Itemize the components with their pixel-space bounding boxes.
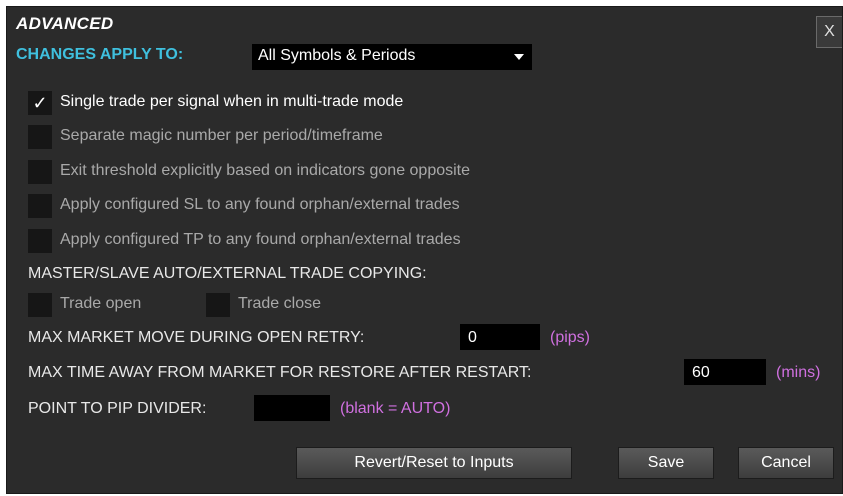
- option-label: Single trade per signal when in multi-tr…: [60, 93, 404, 110]
- checkbox-exit-threshold[interactable]: [28, 160, 52, 184]
- save-button[interactable]: Save: [618, 447, 714, 479]
- chevron-down-icon: [514, 54, 524, 60]
- advanced-dialog: [6, 6, 843, 494]
- dialog-title: ADVANCED: [16, 14, 114, 33]
- max-move-unit: (pips): [550, 329, 591, 346]
- option-label: Trade close: [238, 295, 321, 312]
- option-label: Apply configured TP to any found orphan/…: [60, 231, 461, 248]
- close-button[interactable]: X: [816, 16, 842, 48]
- option-label: Apply configured SL to any found orphan/…: [60, 196, 460, 213]
- copying-heading: MASTER/SLAVE AUTO/EXTERNAL TRADE COPYING…: [28, 265, 427, 282]
- cancel-button[interactable]: Cancel: [738, 447, 834, 479]
- max-time-unit: (mins): [776, 364, 821, 381]
- pip-divider-hint: (blank = AUTO): [340, 400, 451, 417]
- checkbox-trade-open[interactable]: [28, 293, 52, 317]
- option-label: Separate magic number per period/timefra…: [60, 127, 383, 144]
- changes-apply-label: CHANGES APPLY TO:: [16, 46, 184, 63]
- pip-divider-label: POINT TO PIP DIVIDER:: [28, 400, 207, 417]
- max-move-label: MAX MARKET MOVE DURING OPEN RETRY:: [28, 329, 365, 346]
- checkbox-separate-magic[interactable]: [28, 125, 52, 149]
- option-label: Exit threshold explicitly based on indic…: [60, 162, 471, 179]
- checkbox-trade-close[interactable]: [206, 293, 230, 317]
- option-label: Trade open: [60, 295, 142, 312]
- changes-apply-select[interactable]: All Symbols & Periods: [252, 44, 532, 70]
- checkbox-single-trade[interactable]: ✓: [28, 91, 52, 115]
- revert-reset-button[interactable]: Revert/Reset to Inputs: [296, 447, 572, 479]
- pip-divider-input[interactable]: [254, 395, 330, 421]
- changes-apply-value: All Symbols & Periods: [258, 47, 416, 64]
- max-time-label: MAX TIME AWAY FROM MARKET FOR RESTORE AF…: [28, 364, 532, 381]
- max-time-input[interactable]: 60: [684, 359, 766, 385]
- checkbox-apply-sl[interactable]: [28, 194, 52, 218]
- checkbox-apply-tp[interactable]: [28, 229, 52, 253]
- max-move-input[interactable]: 0: [460, 324, 540, 350]
